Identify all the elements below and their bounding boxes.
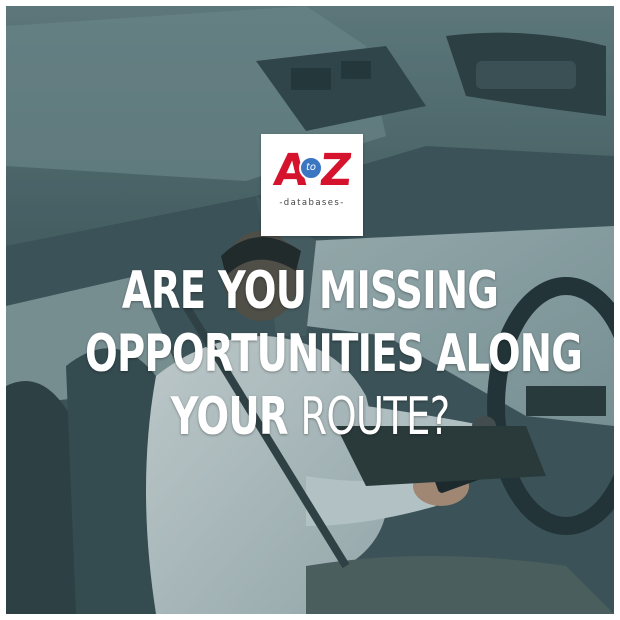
background-photo-car-interior: AZ to -databases- ARE YOU MISSING OPPORT… [6,6,614,614]
logo-tagline: -databases- [279,198,345,208]
headline-line-3-bold: YOUR [170,387,301,447]
headline-line-3-light: ROUTE? [300,387,450,447]
headline: ARE YOU MISSING OPPORTUNITIES ALONG YOUR… [6,260,614,449]
logo-letter-z: Z [317,145,353,196]
headline-line-3: YOUR ROUTE? [85,386,535,449]
image-frame: AZ to -databases- ARE YOU MISSING OPPORT… [0,0,620,620]
headline-line-2: OPPORTUNITIES ALONG [85,324,583,384]
headline-line-1: ARE YOU MISSING [121,261,499,321]
a-to-z-databases-logo: AZ to -databases- [261,134,363,236]
logo-to-badge: to [299,156,323,180]
